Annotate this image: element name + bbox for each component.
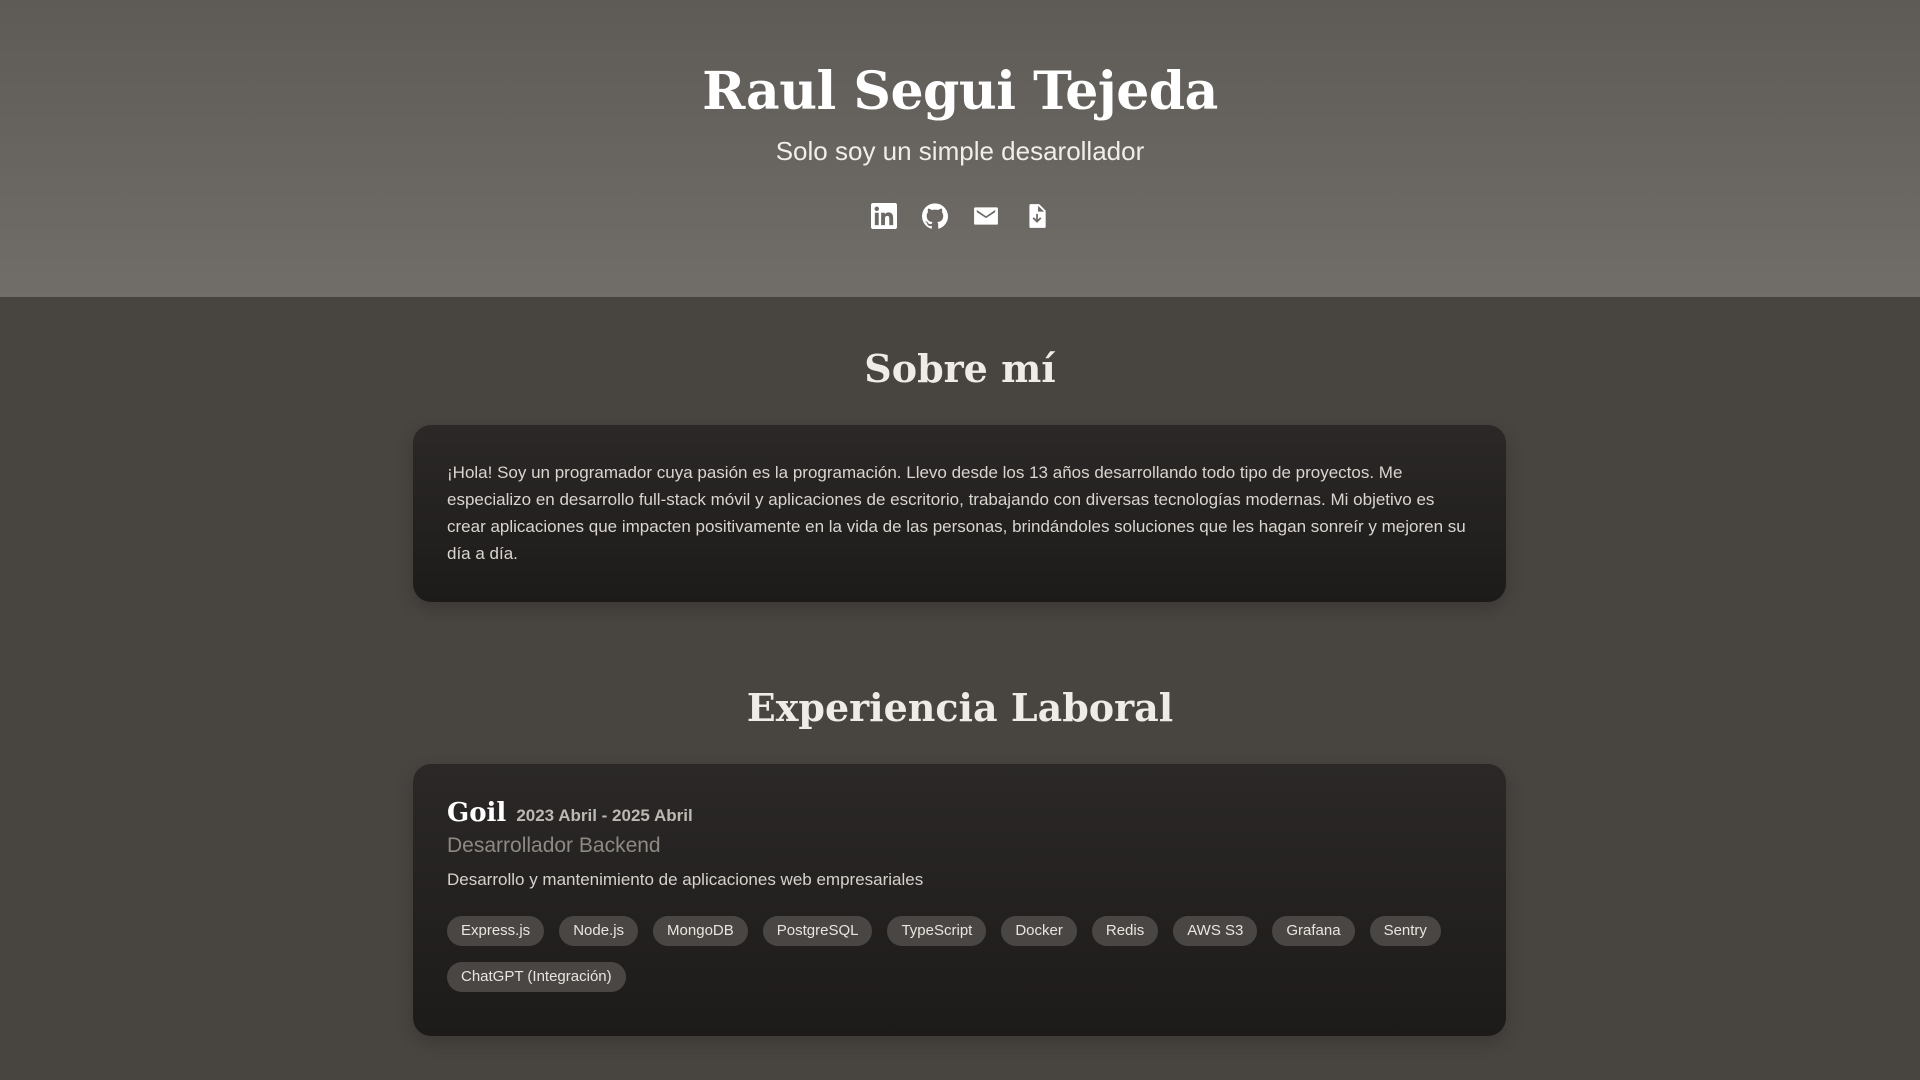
job-description: Desarrollo y mantenimiento de aplicacion… bbox=[447, 870, 924, 889]
job-period: 2023 Abril - 2025 Abril bbox=[516, 806, 693, 825]
site-subtitle: Solo soy un simple desarollador bbox=[775, 136, 1145, 166]
tech-tag: AWS S3 bbox=[1173, 916, 1258, 946]
about-card: ¡Hola! Soy un programador cuya pasión es… bbox=[413, 425, 1506, 602]
experience-card: Goil 2023 Abril - 2025 Abril Desarrollad… bbox=[413, 764, 1506, 1036]
tech-tag: PostgreSQL bbox=[762, 916, 873, 946]
email-link[interactable] bbox=[972, 200, 1000, 232]
mail-icon bbox=[973, 207, 998, 225]
tech-tag: Sentry bbox=[1369, 916, 1441, 946]
site-title: Raul Segui Tejeda bbox=[702, 61, 1218, 122]
tech-tag: ChatGPT (Integración) bbox=[447, 962, 626, 992]
cv-download-link[interactable] bbox=[1023, 200, 1051, 232]
tech-tag: TypeScript bbox=[887, 916, 987, 946]
github-icon bbox=[921, 203, 948, 229]
tech-tag: Node.js bbox=[559, 916, 639, 946]
about-title: Sobre mí bbox=[864, 346, 1056, 391]
header: Raul Segui Tejeda Solo soy un simple des… bbox=[0, 0, 1920, 297]
company-name: Goil bbox=[447, 798, 507, 828]
about-text: ¡Hola! Soy un programador cuya pasión es… bbox=[447, 463, 1466, 563]
linkedin-icon bbox=[870, 203, 897, 229]
social-links bbox=[0, 200, 1920, 232]
document-download-icon bbox=[1028, 204, 1046, 228]
experience-title: Experiencia Laboral bbox=[746, 685, 1174, 730]
tech-tag: Grafana bbox=[1272, 916, 1355, 946]
tech-tag: Redis bbox=[1091, 916, 1159, 946]
linkedin-link[interactable] bbox=[870, 200, 898, 232]
tech-tag: MongoDB bbox=[653, 916, 748, 946]
job-role: Desarrollador Backend bbox=[447, 834, 661, 857]
tech-tag: Express.js bbox=[447, 916, 545, 946]
tech-tag: Docker bbox=[1001, 916, 1077, 946]
tech-tags: Express.js Node.js MongoDB PostgreSQL Ty… bbox=[447, 916, 1472, 992]
job-header: Goil 2023 Abril - 2025 Abril bbox=[447, 798, 1472, 828]
github-link[interactable] bbox=[921, 200, 949, 232]
